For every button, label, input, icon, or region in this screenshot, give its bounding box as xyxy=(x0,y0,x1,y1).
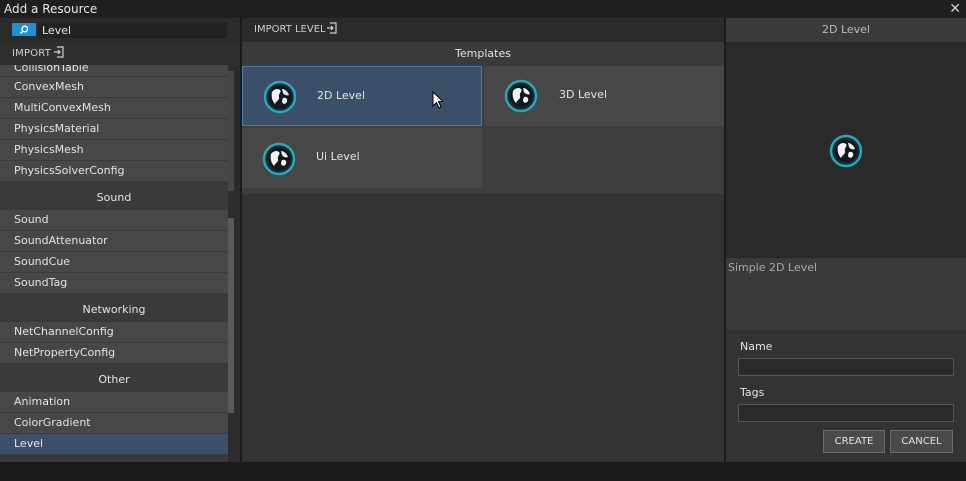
search-icon[interactable] xyxy=(12,23,36,36)
import-icon[interactable] xyxy=(326,22,338,37)
resource-type-panel: IMPORT CollisionTable ConvexMesh MultiCo… xyxy=(0,18,240,462)
category-header-networking: Networking xyxy=(0,298,228,322)
list-item[interactable]: ConvexMesh xyxy=(0,77,228,97)
template-grid: 2D Level 3D Level Ui Level xyxy=(242,66,724,194)
resource-type-list: CollisionTable ConvexMesh MultiConvexMes… xyxy=(0,65,228,455)
list-item[interactable]: CollisionTable xyxy=(0,65,228,76)
template-label: 3D Level xyxy=(559,88,608,101)
template-tile-3d-level[interactable]: 3D Level xyxy=(484,66,724,126)
bottom-bar xyxy=(0,462,966,481)
import-icon[interactable] xyxy=(53,46,65,61)
template-label: Ui Level xyxy=(316,150,360,163)
list-item[interactable]: NetChannelConfig xyxy=(0,322,228,342)
title-bar: Add a Resource ✕ xyxy=(0,0,966,18)
scrollbar-thumb[interactable] xyxy=(228,218,234,413)
globe-icon xyxy=(504,79,538,116)
list-item[interactable]: SoundAttenuator xyxy=(0,231,228,251)
close-icon[interactable]: ✕ xyxy=(949,0,961,18)
details-panel: 2D Level Simple 2D Level Name Tags CREAT… xyxy=(726,18,966,462)
description-box: Simple 2D Level xyxy=(726,258,966,330)
category-header-other: Other xyxy=(0,368,228,392)
list-item[interactable]: NetPropertyConfig xyxy=(0,343,228,363)
preview-title: 2D Level xyxy=(726,18,966,42)
list-item[interactable]: Sound xyxy=(0,210,228,230)
template-tile-ui-level[interactable]: Ui Level xyxy=(242,128,482,188)
category-header-sound: Sound xyxy=(0,186,228,210)
import-row[interactable]: IMPORT xyxy=(0,42,240,65)
list-item[interactable]: Animation xyxy=(0,392,228,412)
list-item[interactable]: SoundTag xyxy=(0,273,228,293)
mouse-cursor-icon xyxy=(432,90,445,112)
templates-panel: IMPORT LEVEL Templates 2D Level 3D Level xyxy=(242,18,724,462)
globe-icon xyxy=(829,134,863,171)
tags-field[interactable] xyxy=(738,404,954,422)
globe-icon xyxy=(262,142,296,179)
search-row xyxy=(0,18,240,42)
preview-area xyxy=(726,42,966,258)
list-item[interactable]: ColorGradient xyxy=(0,413,228,433)
list-item[interactable]: PhysicsMaterial xyxy=(0,119,228,139)
list-item[interactable]: PhysicsSolverConfig xyxy=(0,161,228,181)
globe-icon xyxy=(263,80,297,117)
search-input[interactable] xyxy=(38,22,227,38)
cancel-button[interactable]: CANCEL xyxy=(890,430,953,453)
create-button[interactable]: CREATE xyxy=(823,430,885,453)
template-description: Simple 2D Level xyxy=(728,261,818,274)
template-label: 2D Level xyxy=(317,89,366,102)
name-label: Name xyxy=(740,340,773,353)
import-level-label: IMPORT LEVEL xyxy=(254,24,326,35)
import-label: IMPORT xyxy=(12,48,52,59)
name-field[interactable] xyxy=(738,358,954,376)
templates-header: Templates xyxy=(242,42,724,66)
tags-label: Tags xyxy=(740,386,765,399)
scrollbar-track-upper xyxy=(228,71,234,191)
import-level-row[interactable]: IMPORT LEVEL xyxy=(242,18,724,42)
list-item-selected[interactable]: Level xyxy=(0,434,228,454)
window-title: Add a Resource xyxy=(4,2,98,16)
list-item[interactable]: MultiConvexMesh xyxy=(0,98,228,118)
list-item[interactable]: PhysicsMesh xyxy=(0,140,228,160)
list-item[interactable]: SoundCue xyxy=(0,252,228,272)
resource-form: Name Tags CREATE CANCEL xyxy=(726,330,966,462)
template-tile-2d-level[interactable]: 2D Level xyxy=(242,66,482,126)
